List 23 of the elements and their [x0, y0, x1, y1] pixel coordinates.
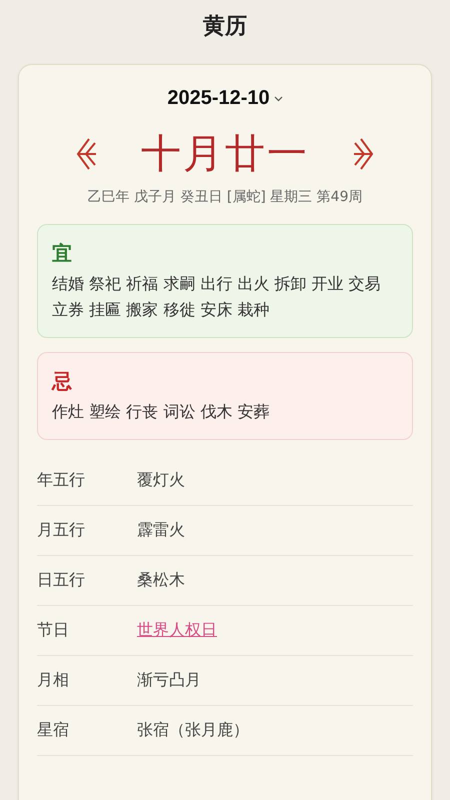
detail-label: 节日	[37, 620, 70, 641]
ganzhi-line: 乙巳年 戊子月 癸丑日 [属蛇] 星期三 第49周	[86, 188, 364, 206]
detail-label: 星宿	[37, 720, 70, 741]
previous-day-icon[interactable]	[75, 137, 99, 171]
page-title: 黄历	[202, 13, 248, 40]
detail-value: 霹雷火	[137, 520, 185, 541]
lunar-date: 十月廿一	[140, 130, 310, 178]
activity-list: 结婚 祭祀 祈福 求嗣 出行 出火 拆卸 开业 交易 立券 挂匾 搬家 移徙 安床 栽种	[52, 271, 398, 323]
activity-list: 作灶 塑绘 行丧 词讼 伐木 安葬	[52, 399, 398, 425]
caret-icon	[274, 96, 283, 102]
detail-label: 月五行	[37, 520, 86, 541]
detail-label: 日五行	[37, 570, 86, 591]
detail-value: 覆灯火	[137, 470, 185, 491]
detail-label: 月相	[37, 670, 70, 691]
detail-label: 年五行	[37, 470, 86, 491]
detail-value: 桑松木	[137, 570, 185, 591]
date-picker[interactable]: 2025-12-10	[163, 85, 287, 112]
festival-link[interactable]: 世界人权日	[137, 620, 217, 641]
panel-heading: 忌	[52, 368, 72, 395]
panel-heading: 宜	[52, 240, 72, 267]
detail-value: 张宿（张月鹿）	[137, 720, 249, 741]
detail-value: 渐亏凸月	[137, 670, 201, 691]
next-day-icon[interactable]	[351, 137, 375, 171]
